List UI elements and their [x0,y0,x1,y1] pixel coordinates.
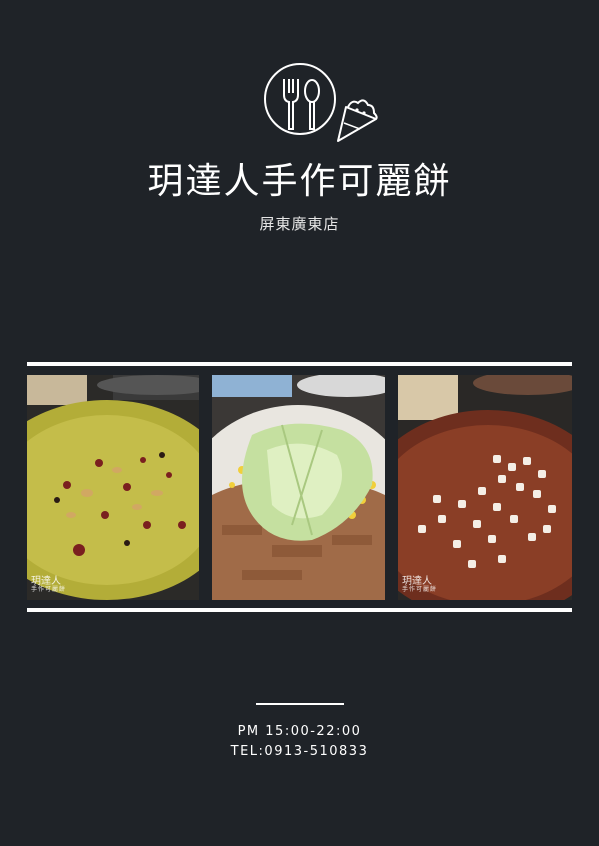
fork-spoon-icon [264,63,336,135]
photo-watermark: 玥達人 手作可麗餅 [31,576,67,594]
bottom-rule [27,608,572,612]
photo-matcha-crepe: 玥達人 手作可麗餅 [27,375,199,600]
photo-watermark: 玥達人 手作可麗餅 [402,576,438,594]
top-rule [27,362,572,366]
logo [264,63,382,143]
footer-divider [256,703,344,705]
phone-number: TEL:0913-510833 [230,744,369,759]
photo-meat-floss-crepe [212,375,385,600]
crepe-cone-icon [337,99,378,142]
shop-title: 玥達人手作可麗餅 [147,161,452,202]
branch-name: 屏東廣東店 [259,215,340,233]
photo-chocolate-marshmallow-crepe: 玥達人 手作可麗餅 [398,375,572,600]
opening-hours: PM 15:00-22:00 [237,724,362,739]
